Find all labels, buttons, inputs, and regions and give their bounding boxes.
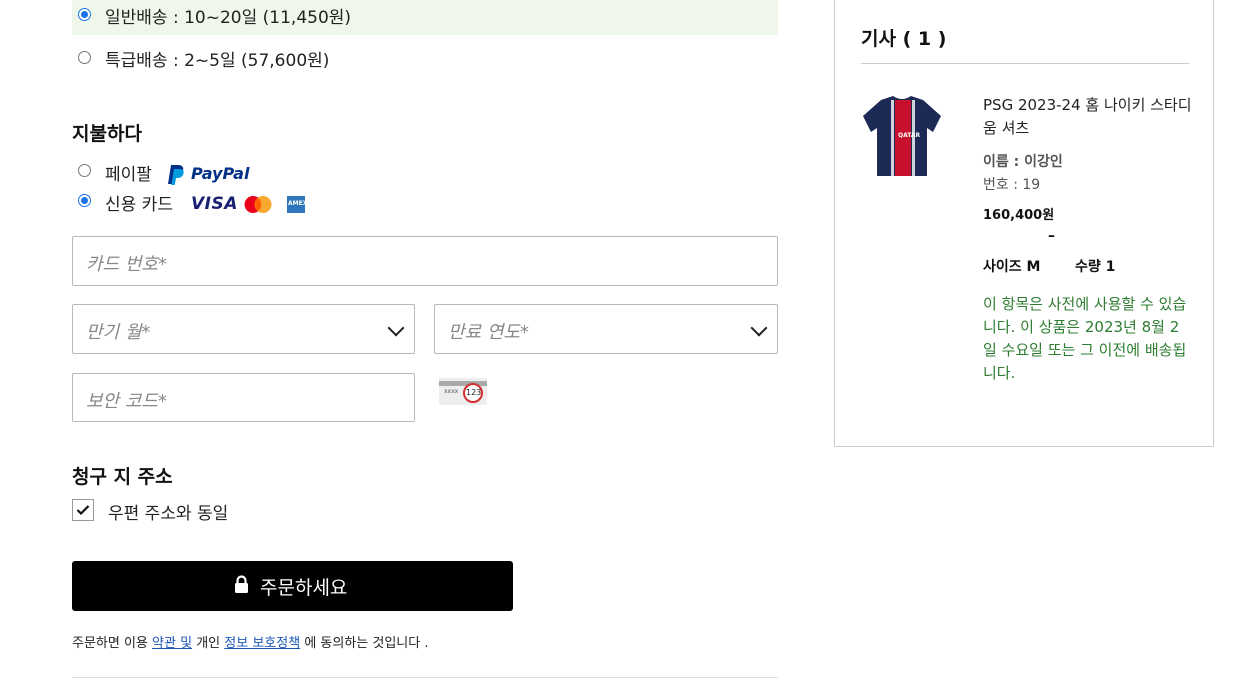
billing-heading: 청구 지 주소 <box>72 466 173 488</box>
shipping-express-label[interactable]: 특급배송 : 2~5일 (57,600원) <box>105 46 329 71</box>
product-price: 160,400원 <box>983 208 1055 223</box>
chevron-down-icon <box>387 319 405 337</box>
checkmark-icon <box>76 505 90 516</box>
exp-month-select[interactable]: 만기 월* <box>72 304 415 354</box>
payment-heading: 지불하다 <box>72 123 142 145</box>
divider <box>72 677 778 678</box>
exp-year-select[interactable]: 만료 연도* <box>434 304 778 354</box>
chevron-down-icon <box>750 319 768 337</box>
availability-note: 이 항목은 사전에 사용할 수 있습니다. 이 상품은 2023년 8월 2일 … <box>983 295 1187 382</box>
lock-icon <box>235 575 248 593</box>
mastercard-icon <box>244 196 272 213</box>
paypal-icon <box>168 165 184 185</box>
cvv-hint-icon: xxxx 123 <box>439 376 487 406</box>
order-summary-panel: 기사 ( 1 ) QATAR PSG 2023-24 홈 나이키 스타디움 셔츠… <box>834 0 1214 447</box>
paypal-label[interactable]: 페이팔 <box>105 160 152 185</box>
terms-link[interactable]: 약관 및 <box>152 636 192 651</box>
credit-card-label[interactable]: 신용 카드 <box>105 190 173 215</box>
place-order-button[interactable]: 주문하세요 <box>72 561 513 611</box>
divider <box>861 63 1189 64</box>
legal-text: 주문하면 이용 약관 및 개인 정보 보호정책 에 동의하는 것입니다 . <box>72 636 429 651</box>
cart-heading: 기사 ( 1 ) <box>861 28 947 50</box>
product-quantity: 수량 1 <box>1075 259 1116 275</box>
product-name[interactable]: PSG 2023-24 홈 나이키 스타디움 셔츠 <box>983 94 1193 140</box>
visa-logo: VISA <box>191 194 238 214</box>
paypal-logo: PayPal <box>167 164 249 186</box>
credit-card-radio[interactable] <box>78 194 91 207</box>
amex-icon: AMEX <box>287 196 307 213</box>
security-code-input[interactable]: 보안 코드* <box>72 373 415 422</box>
privacy-policy-link[interactable]: 정보 보호정책 <box>224 636 300 651</box>
paypal-radio[interactable] <box>78 164 91 177</box>
shipping-standard-label[interactable]: 일반배송 : 10~20일 (11,450원) <box>105 3 351 28</box>
player-name: 이름 : 이강인 <box>983 154 1063 170</box>
same-as-shipping-checkbox[interactable] <box>72 499 94 521</box>
shipping-express-radio[interactable] <box>78 51 91 64</box>
shipping-standard-radio[interactable] <box>78 8 91 21</box>
card-number-input[interactable]: 카드 번호* <box>72 236 778 286</box>
product-size: 사이즈 M <box>983 259 1041 275</box>
same-as-shipping-label[interactable]: 우편 주소와 동일 <box>108 499 228 524</box>
place-order-label: 주문하세요 <box>260 577 348 599</box>
player-number: 번호 : 19 <box>983 177 1041 193</box>
price-separator: – <box>1048 228 1055 244</box>
